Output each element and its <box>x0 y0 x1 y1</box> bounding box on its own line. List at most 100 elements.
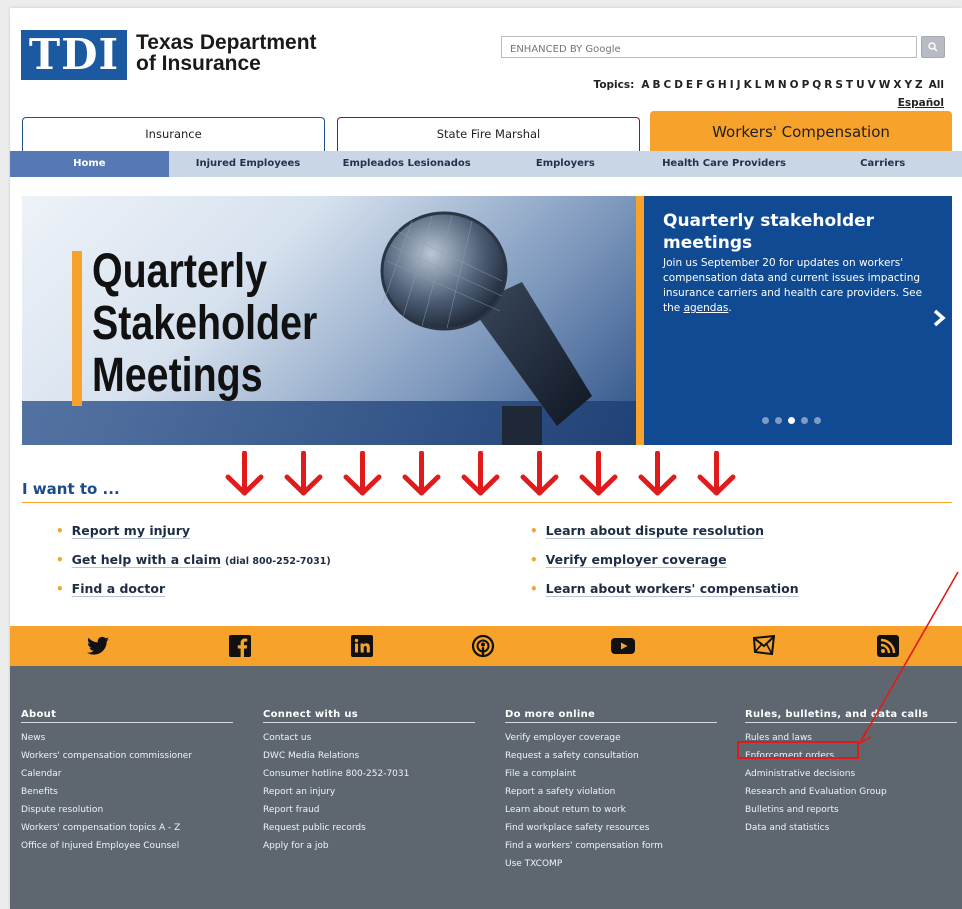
topic-letter-u[interactable]: U <box>856 79 865 91</box>
claim-help-link[interactable]: Get help with a claim <box>72 552 221 567</box>
footer-col-connect: Connect with us Contact us DWC Media Rel… <box>263 709 475 855</box>
footer-link-contact[interactable]: Contact us <box>263 729 475 747</box>
tab-insurance[interactable]: Insurance <box>22 117 325 151</box>
topic-letter-v[interactable]: V <box>868 79 876 91</box>
footer-link-bulletins[interactable]: Bulletins and reports <box>745 801 957 819</box>
topic-letter-q[interactable]: Q <box>812 79 821 91</box>
footer-link-news[interactable]: News <box>21 729 233 747</box>
footer-link-reg[interactable]: Research and Evaluation Group <box>745 783 957 801</box>
topic-letter-x[interactable]: X <box>893 79 901 91</box>
hero-divider <box>636 196 644 445</box>
carousel-dot-2[interactable] <box>775 417 782 424</box>
youtube-icon[interactable] <box>610 634 636 658</box>
nav-health-care-providers[interactable]: Health Care Providers <box>645 151 804 177</box>
carousel-dot-1[interactable] <box>762 417 769 424</box>
topic-letter-r[interactable]: R <box>824 79 832 91</box>
arrow-down-icon <box>520 451 559 496</box>
footer-link-return-to-work[interactable]: Learn about return to work <box>505 801 717 819</box>
agendas-link[interactable]: agendas <box>684 302 729 314</box>
arrow-down-icon <box>697 451 736 496</box>
tab-workers-compensation[interactable]: Workers' Compensation <box>650 111 952 151</box>
espanol-link[interactable]: Español <box>898 97 944 109</box>
topic-letter-h[interactable]: H <box>718 79 727 91</box>
topic-letter-f[interactable]: F <box>696 79 703 91</box>
chevron-right-icon[interactable] <box>932 308 946 334</box>
footer-link-calendar[interactable]: Calendar <box>21 765 233 783</box>
tab-state-fire-marshal[interactable]: State Fire Marshal <box>337 117 640 151</box>
footer-link-jobs[interactable]: Apply for a job <box>263 837 475 855</box>
org-name[interactable]: Texas Department of Insurance <box>136 32 317 74</box>
footer-link-report-fraud[interactable]: Report fraud <box>263 801 475 819</box>
footer-link-safety-resources[interactable]: Find workplace safety resources <box>505 819 717 837</box>
footer-link-hotline[interactable]: Consumer hotline 800-252-7031 <box>263 765 475 783</box>
tdi-logo[interactable]: TDI <box>21 30 127 80</box>
learn-wc-link[interactable]: Learn about workers' compensation <box>546 581 799 596</box>
topic-letter-a[interactable]: A <box>641 79 649 91</box>
topic-letter-p[interactable]: P <box>802 79 810 91</box>
carousel-dot-3[interactable] <box>788 417 795 424</box>
topic-letter-c[interactable]: C <box>663 79 671 91</box>
footer-link-benefits[interactable]: Benefits <box>21 783 233 801</box>
footer-link-txcomp[interactable]: Use TXCOMP <box>505 855 717 873</box>
footer-link-commissioner[interactable]: Workers' compensation commissioner <box>21 747 233 765</box>
topic-letter-m[interactable]: M <box>764 79 774 91</box>
topic-letter-k[interactable]: K <box>744 79 752 91</box>
footer-link-media[interactable]: DWC Media Relations <box>263 747 475 765</box>
topic-letter-g[interactable]: G <box>706 79 715 91</box>
nav-home[interactable]: Home <box>10 151 169 177</box>
nav-employers[interactable]: Employers <box>486 151 645 177</box>
footer-link-safety-violation[interactable]: Report a safety violation <box>505 783 717 801</box>
twitter-icon[interactable] <box>86 634 110 658</box>
topic-letter-o[interactable]: O <box>790 79 799 91</box>
nav-injured-employees[interactable]: Injured Employees <box>169 151 328 177</box>
carousel-dot-5[interactable] <box>814 417 821 424</box>
nav-empleados-lesionados[interactable]: Empleados Lesionados <box>327 151 486 177</box>
arrow-down-icon <box>579 451 618 496</box>
linkedin-icon[interactable] <box>350 634 374 658</box>
footer-link-dispute-resolution[interactable]: Dispute resolution <box>21 801 233 819</box>
find-doctor-link[interactable]: Find a doctor <box>72 581 165 596</box>
email-icon[interactable] <box>752 634 776 658</box>
hero-image[interactable]: Quarterly Stakeholder Meetings <box>22 196 636 445</box>
search-button[interactable] <box>921 36 945 58</box>
topic-letter-j[interactable]: J <box>737 79 741 91</box>
topic-letter-e[interactable]: E <box>686 79 693 91</box>
carousel-dot-4[interactable] <box>801 417 808 424</box>
footer-link-data-stats[interactable]: Data and statistics <box>745 819 957 837</box>
dispute-resolution-link[interactable]: Learn about dispute resolution <box>546 523 764 538</box>
nav-carriers[interactable]: Carriers <box>803 151 962 177</box>
footer-link-wc-form[interactable]: Find a workers' compensation form <box>505 837 717 855</box>
verify-coverage-link[interactable]: Verify employer coverage <box>546 552 727 567</box>
social-bar <box>10 626 962 666</box>
report-injury-link[interactable]: Report my injury <box>72 523 190 538</box>
topic-letter-y[interactable]: Y <box>904 79 912 91</box>
topic-letter-z[interactable]: Z <box>915 79 923 91</box>
footer-link-oiec[interactable]: Office of Injured Employee Counsel <box>21 837 233 855</box>
iwant-list-right: • Learn about dispute resolution • Verify … <box>530 523 799 610</box>
topic-letter-b[interactable]: B <box>652 79 660 91</box>
footer-link-public-records[interactable]: Request public records <box>263 819 475 837</box>
main-nav: Home Injured Employees Empleados Lesiona… <box>10 151 962 177</box>
footer-link-verify-coverage[interactable]: Verify employer coverage <box>505 729 717 747</box>
footer-link-complaint[interactable]: File a complaint <box>505 765 717 783</box>
topic-letter-all[interactable]: All <box>929 79 944 91</box>
hero-panel-body: Join us September 20 for updates on work… <box>663 256 933 316</box>
topic-letter-l[interactable]: L <box>755 79 762 91</box>
topic-letter-t[interactable]: T <box>846 79 853 91</box>
topic-letter-d[interactable]: D <box>674 79 683 91</box>
search-input[interactable] <box>502 39 916 60</box>
topic-letter-s[interactable]: S <box>835 79 843 91</box>
facebook-icon[interactable] <box>228 634 252 658</box>
footer-col-more: Do more online Verify employer coverage … <box>505 709 717 873</box>
arrow-down-icon <box>402 451 441 496</box>
footer-link-report-injury[interactable]: Report an injury <box>263 783 475 801</box>
topic-letter-i[interactable]: I <box>730 79 734 91</box>
footer-link-topics-az[interactable]: Workers' compensation topics A - Z <box>21 819 233 837</box>
podcast-icon[interactable] <box>471 634 495 658</box>
topic-letter-n[interactable]: N <box>778 79 787 91</box>
topic-letter-w[interactable]: W <box>879 79 891 91</box>
iwant-heading: I want to ... <box>22 480 120 498</box>
rss-icon[interactable] <box>876 634 900 658</box>
footer-link-safety-consult[interactable]: Request a safety consultation <box>505 747 717 765</box>
footer-link-admin-decisions[interactable]: Administrative decisions <box>745 765 957 783</box>
